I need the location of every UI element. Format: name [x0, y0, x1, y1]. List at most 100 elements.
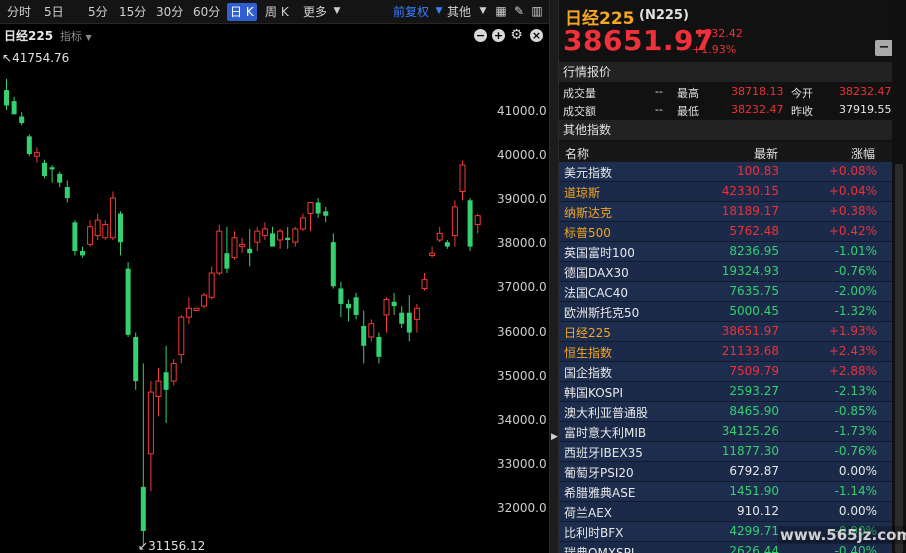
index-row[interactable]: 西班牙IBEX35 11877.30 -0.76%	[559, 442, 906, 462]
index-row[interactable]: 国企指数 7509.79 +2.88%	[559, 362, 906, 382]
candle-body[interactable]	[292, 228, 299, 243]
index-row[interactable]: 法国CAC40 7635.75 -2.00%	[559, 282, 906, 302]
candle-body[interactable]	[133, 336, 139, 382]
candle-body[interactable]	[42, 162, 47, 177]
candlestick-chart[interactable]	[0, 46, 549, 553]
candle-body[interactable]	[147, 391, 154, 455]
candle-body[interactable]	[4, 90, 9, 106]
period-tab-5min[interactable]: 5分	[85, 3, 111, 21]
indices-scrollbar[interactable]	[892, 0, 906, 553]
period-tab-timeshare[interactable]: 分时	[4, 3, 34, 21]
col-header-price[interactable]: 最新	[754, 145, 778, 162]
candle-body[interactable]	[361, 325, 367, 346]
index-row[interactable]: 荷兰AEX 910.12 0.00%	[559, 502, 906, 522]
candle-body[interactable]	[399, 312, 405, 324]
candle-body[interactable]	[109, 197, 116, 239]
candle-body[interactable]	[429, 252, 436, 256]
index-row[interactable]: 纳斯达克 18189.17 +0.38%	[559, 202, 906, 222]
col-header-name[interactable]: 名称	[565, 145, 589, 162]
candle-body[interactable]	[474, 215, 481, 226]
candle-body[interactable]	[57, 173, 63, 183]
candle-body[interactable]	[208, 272, 215, 298]
index-row[interactable]: 美元指数 100.83 +0.08%	[559, 162, 906, 182]
candle-body[interactable]	[239, 243, 246, 248]
candle-body[interactable]	[163, 372, 169, 390]
other-chevron-down-icon[interactable]: ▼	[476, 4, 490, 18]
period-tab-30min[interactable]: 30分	[153, 3, 186, 21]
collapse-arrow-icon[interactable]: ▶	[551, 432, 558, 442]
period-tab-more[interactable]: 更多	[300, 3, 330, 21]
candle-body[interactable]	[155, 380, 162, 397]
candle-body[interactable]	[330, 242, 336, 287]
candle-body[interactable]	[216, 230, 223, 274]
candle-body[interactable]	[346, 303, 351, 309]
indicator-dropdown[interactable]: 指标 ▼	[60, 28, 92, 44]
candle-body[interactable]	[436, 232, 443, 241]
other-dropdown[interactable]: 其他	[444, 3, 474, 21]
candle-body[interactable]	[261, 228, 268, 237]
candle-body[interactable]	[413, 307, 420, 320]
candle-body[interactable]	[185, 307, 192, 318]
zoom-out-icon[interactable]: −	[474, 29, 487, 42]
candle-body[interactable]	[391, 301, 397, 307]
zoom-in-icon[interactable]: +	[492, 29, 505, 42]
candle-body[interactable]	[102, 224, 109, 239]
period-tab-5day[interactable]: 5日	[41, 3, 67, 21]
index-row[interactable]: 欧洲斯托克50 5000.45 -1.32%	[559, 302, 906, 322]
candle-body[interactable]	[11, 101, 17, 115]
candle-body[interactable]	[323, 211, 329, 216]
candle-body[interactable]	[140, 486, 146, 531]
candle-body[interactable]	[49, 167, 55, 170]
period-tab-15min[interactable]: 15分	[116, 3, 149, 21]
index-row[interactable]: 恒生指数 21133.68 +2.43%	[559, 342, 906, 362]
candle-body[interactable]	[247, 248, 253, 254]
close-chart-icon[interactable]: ×	[530, 29, 543, 42]
candle-body[interactable]	[64, 187, 70, 199]
candle-body[interactable]	[118, 213, 123, 243]
index-row[interactable]: 澳大利亚普通股 8465.90 -0.85%	[559, 402, 906, 422]
candle-body[interactable]	[201, 294, 208, 307]
candle-body[interactable]	[87, 226, 94, 245]
candle-body[interactable]	[307, 202, 314, 215]
candle-body[interactable]	[170, 362, 177, 382]
candle-body[interactable]	[178, 316, 185, 356]
candle-body[interactable]	[406, 312, 412, 333]
candle-body[interactable]	[467, 200, 473, 247]
grid-icon[interactable]: ▦	[494, 4, 508, 18]
candle-body[interactable]	[421, 279, 428, 289]
period-tab-daily[interactable]: 日 K	[227, 3, 257, 21]
index-row[interactable]: 富时意大利MIB 34125.26 -1.73%	[559, 422, 906, 442]
candle-body[interactable]	[299, 217, 306, 230]
more-chevron-down-icon[interactable]: ▼	[330, 4, 344, 18]
adjust-dropdown[interactable]: 前复权	[390, 3, 432, 21]
period-tab-weekly[interactable]: 周 K	[262, 3, 292, 21]
index-row[interactable]: 希腊雅典ASE 1451.90 -1.14%	[559, 482, 906, 502]
candle-body[interactable]	[451, 206, 458, 237]
candle-body[interactable]	[193, 307, 200, 312]
index-row[interactable]: 日经225 38651.97 +1.93%	[559, 322, 906, 342]
index-row[interactable]: 道琼斯 42330.15 +0.04%	[559, 182, 906, 202]
candle-body[interactable]	[315, 202, 321, 214]
index-row[interactable]: 英国富时100 8236.95 -1.01%	[559, 242, 906, 262]
candle-body[interactable]	[72, 222, 78, 252]
chart-type-icon[interactable]: ▥	[530, 4, 544, 18]
candle-body[interactable]	[277, 230, 284, 241]
period-tab-60min[interactable]: 60分	[190, 3, 223, 21]
candle-body[interactable]	[224, 253, 230, 269]
candle-body[interactable]	[459, 164, 466, 192]
col-header-percent[interactable]: 涨幅	[851, 145, 875, 162]
index-row[interactable]: 德国DAX30 19324.93 -0.76%	[559, 262, 906, 282]
index-row[interactable]: 标普500 5762.48 +0.42%	[559, 222, 906, 242]
remove-watch-button[interactable]: −	[875, 40, 893, 56]
candle-body[interactable]	[80, 251, 85, 256]
candle-body[interactable]	[125, 268, 131, 335]
panel-collapse-handle[interactable]: ▶	[549, 0, 559, 553]
candle-body[interactable]	[254, 230, 261, 243]
candle-body[interactable]	[338, 288, 344, 304]
draw-pen-icon[interactable]: ✎	[512, 4, 526, 18]
candle-body[interactable]	[376, 336, 382, 357]
candle-body[interactable]	[353, 297, 359, 315]
index-row[interactable]: 葡萄牙PSI20 6792.87 0.00%	[559, 462, 906, 482]
settings-gear-icon[interactable]: ⚙	[510, 28, 523, 42]
candle-body[interactable]	[231, 237, 238, 259]
